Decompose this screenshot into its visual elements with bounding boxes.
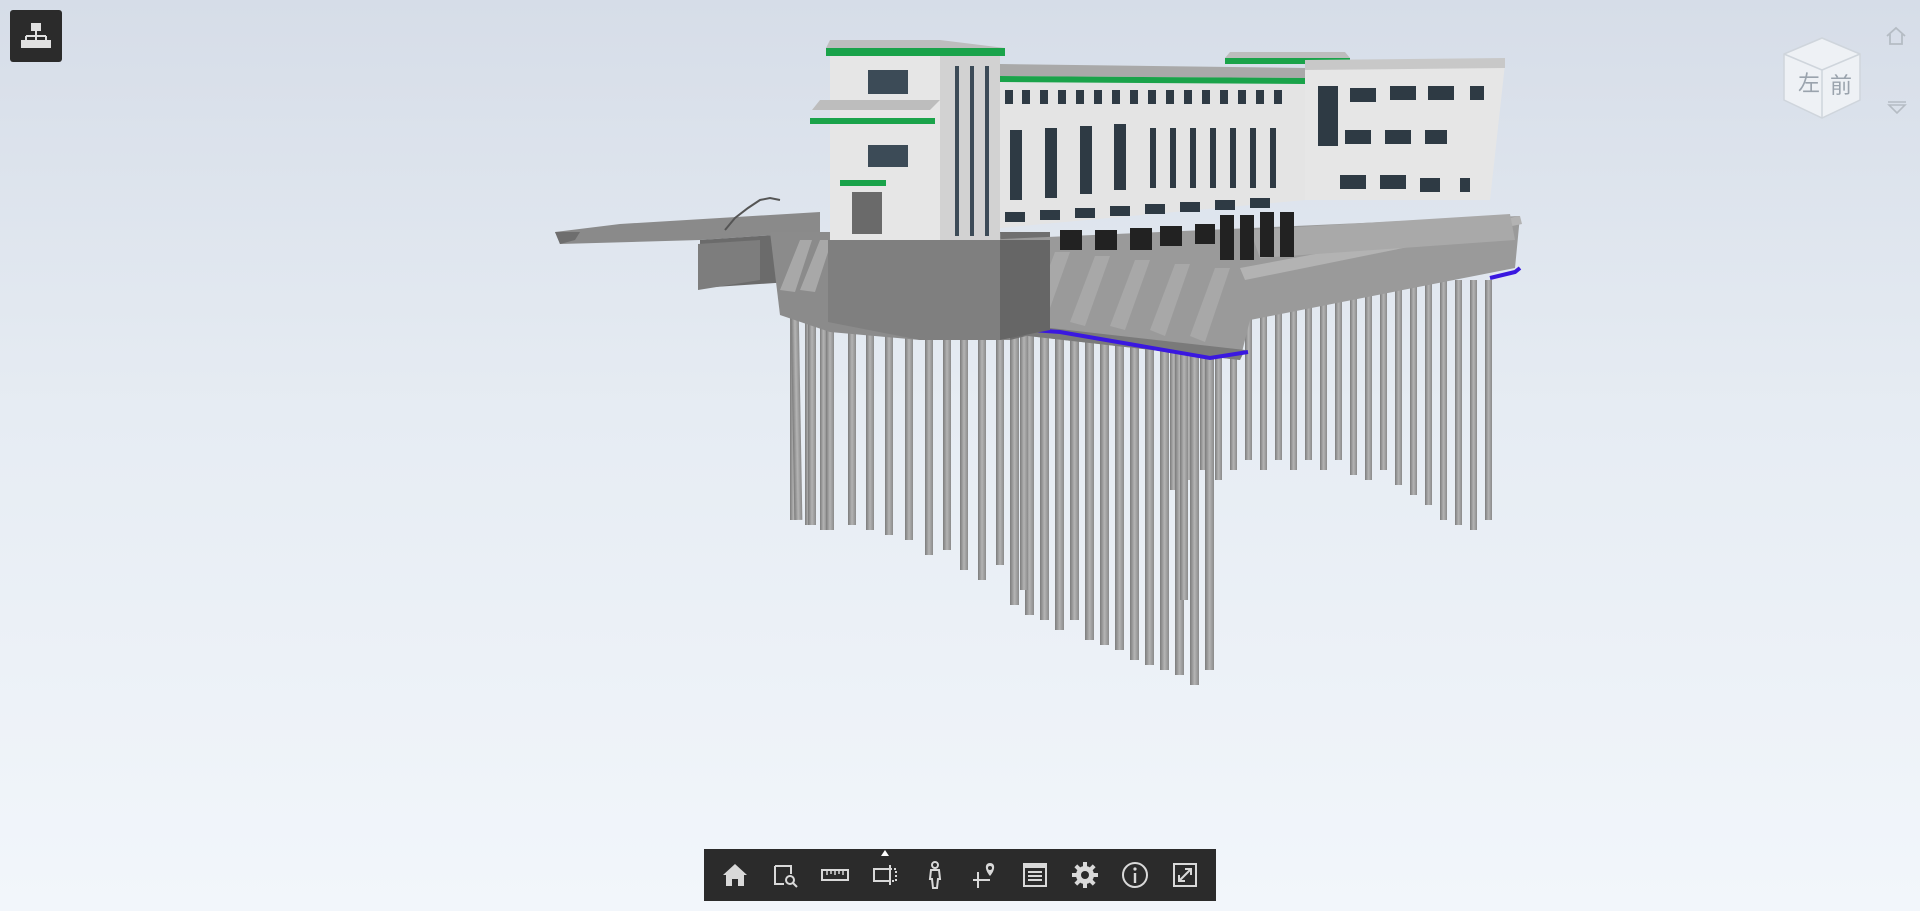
left-podium-block xyxy=(828,240,1050,340)
zoom-window-button[interactable] xyxy=(763,853,807,897)
stair-tower xyxy=(810,40,1005,240)
section-box-icon xyxy=(873,865,897,885)
location-button[interactable] xyxy=(963,853,1007,897)
model-tree-button[interactable] xyxy=(10,10,62,62)
properties-list-icon xyxy=(1023,863,1047,887)
fullscreen-icon xyxy=(1173,863,1197,887)
settings-button[interactable] xyxy=(1063,853,1107,897)
viewcube-shape[interactable] xyxy=(1772,30,1872,130)
viewcube-face-front[interactable]: 前 xyxy=(1830,68,1852,100)
dropdown-triangle-icon[interactable] xyxy=(1886,100,1908,114)
properties-button[interactable] xyxy=(1013,853,1057,897)
person-walk-icon xyxy=(928,861,942,889)
settings-gear-icon xyxy=(1072,862,1098,888)
home-view-button[interactable] xyxy=(713,853,757,897)
first-person-button[interactable] xyxy=(913,853,957,897)
ruler-icon xyxy=(821,869,849,881)
submenu-caret-icon[interactable] xyxy=(881,850,889,856)
hierarchy-icon xyxy=(21,23,51,48)
3d-viewport[interactable]: 左 前 xyxy=(0,0,1920,911)
home-icon xyxy=(723,864,747,886)
zoom-window-icon xyxy=(774,865,798,888)
map-pin-icon xyxy=(973,863,995,888)
section-box-button[interactable] xyxy=(863,850,907,897)
building-model[interactable] xyxy=(0,0,1920,911)
bottom-toolbar xyxy=(704,849,1216,901)
viewcube-face-left[interactable]: 左 xyxy=(1798,66,1820,98)
info-icon xyxy=(1122,862,1148,888)
info-button[interactable] xyxy=(1113,853,1157,897)
viewcube[interactable]: 左 前 xyxy=(1772,30,1872,130)
home-icon[interactable] xyxy=(1884,26,1908,46)
fullscreen-button[interactable] xyxy=(1163,853,1207,897)
measure-button[interactable] xyxy=(813,853,857,897)
